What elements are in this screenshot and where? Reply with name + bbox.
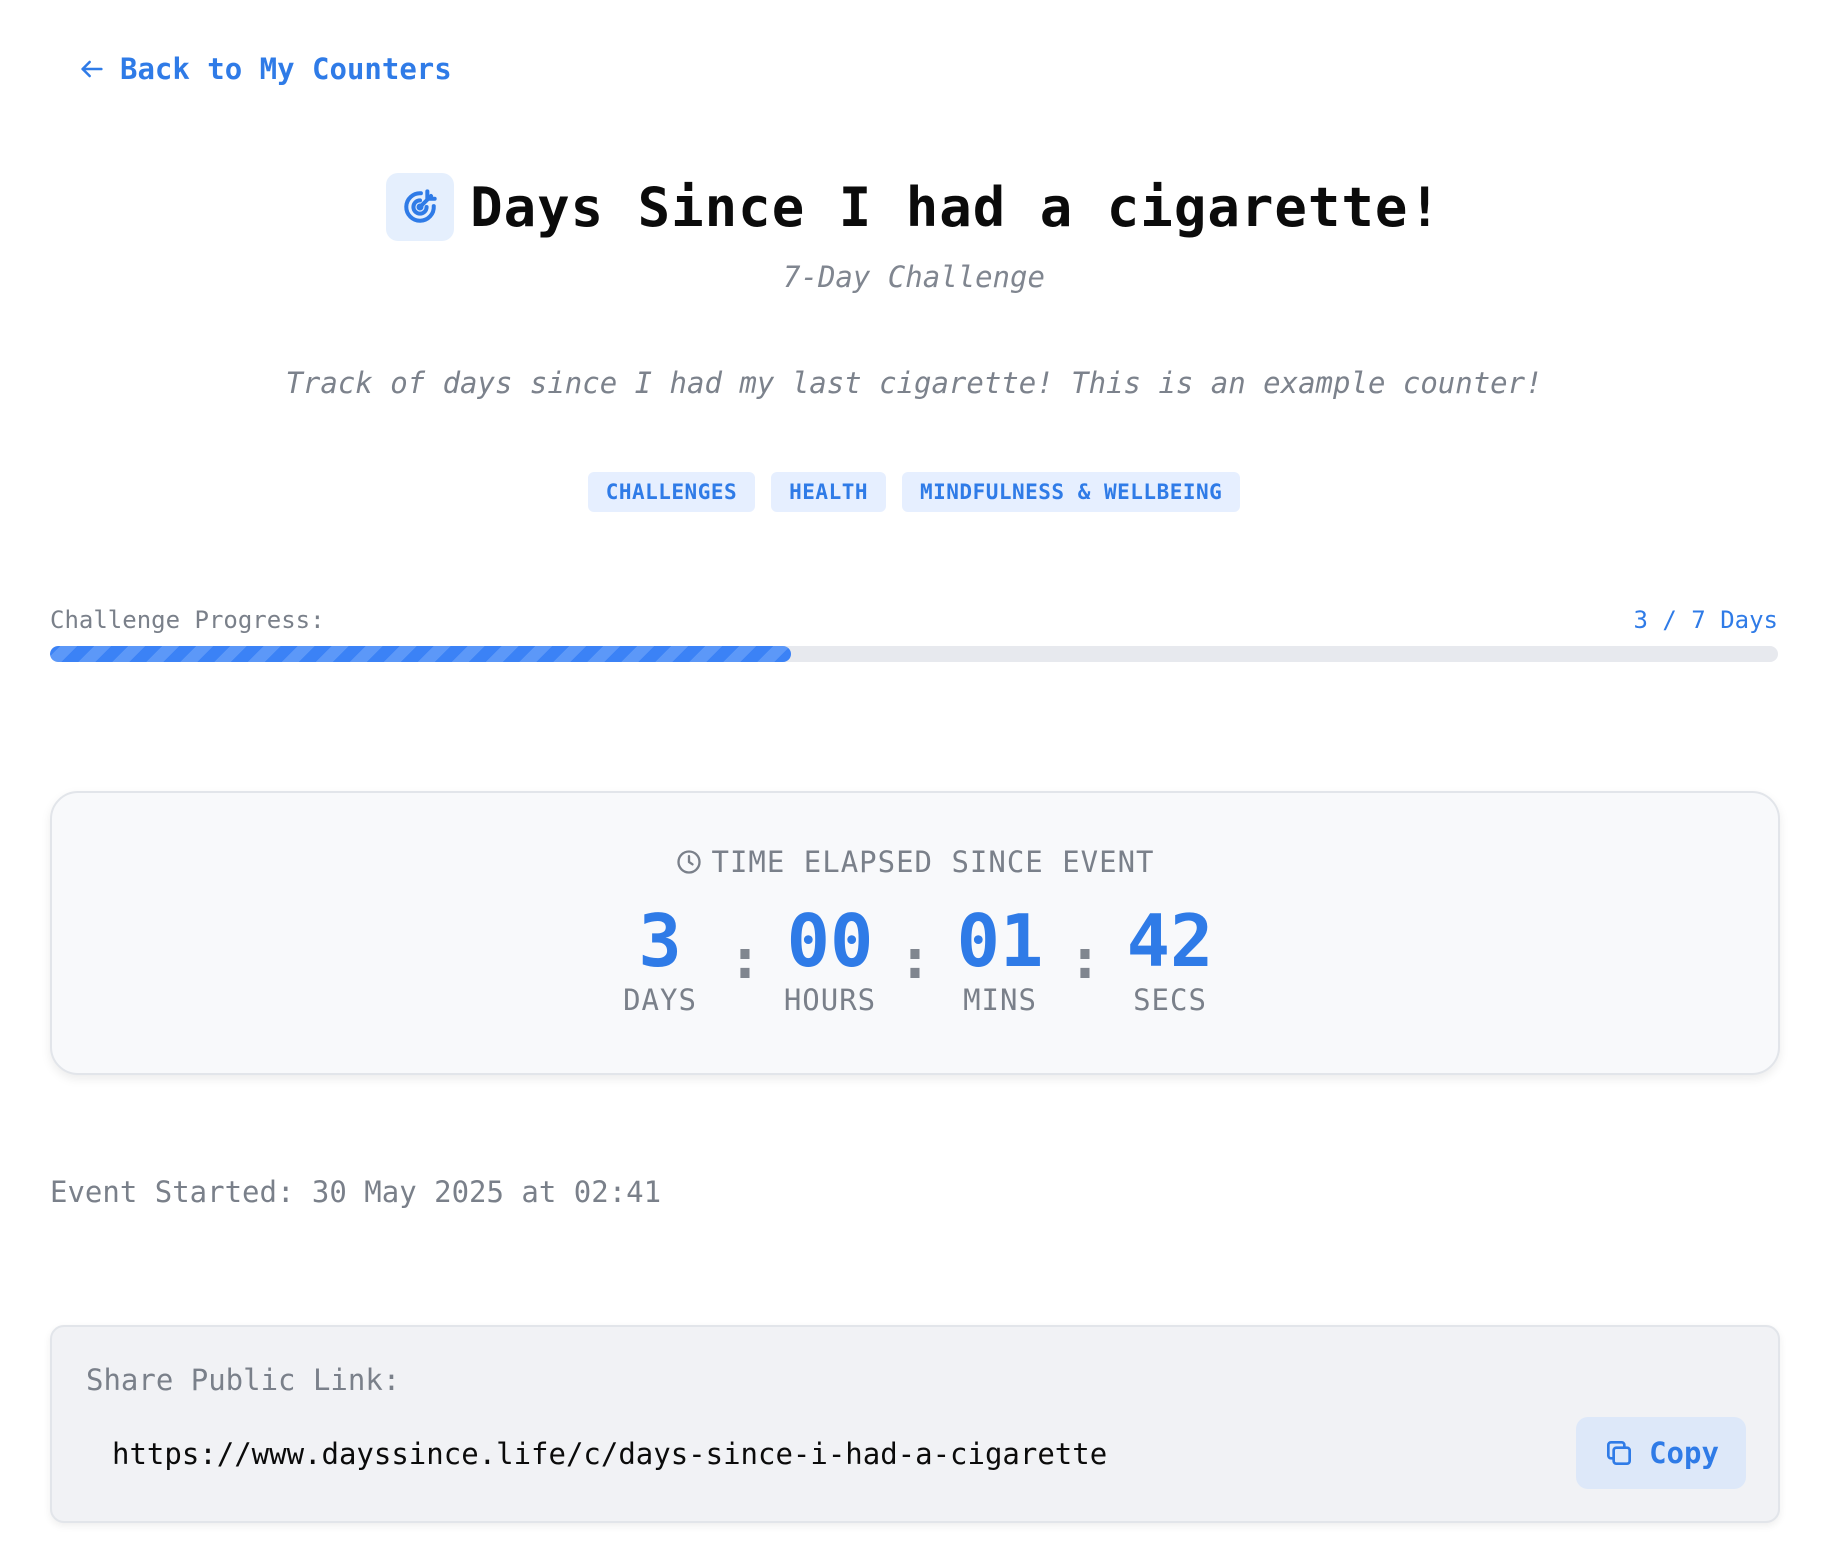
hours-value: 00 <box>786 899 874 983</box>
mins-value: 01 <box>956 899 1044 983</box>
timer-heading-label: TIME ELAPSED SINCE EVENT <box>711 845 1155 879</box>
clock-icon <box>677 850 702 874</box>
timer-separator: : <box>728 927 762 992</box>
progress-label: Challenge Progress: <box>50 606 325 634</box>
tag-list: CHALLENGES HEALTH MINDFULNESS & WELLBEIN… <box>0 472 1828 512</box>
elapsed-timer-card: TIME ELAPSED SINCE EVENT 3 DAYS : 00 HOU… <box>50 791 1780 1075</box>
mins-label: MINS <box>963 983 1037 1017</box>
target-icon <box>386 173 455 241</box>
tag-mindfulness-wellbeing[interactable]: MINDFULNESS & WELLBEING <box>902 472 1241 512</box>
counter-description: Track of days since I had my last cigare… <box>285 366 1543 400</box>
arrow-left-icon <box>81 60 103 78</box>
days-label: DAYS <box>623 983 697 1017</box>
share-link-card: Share Public Link: https://www.dayssince… <box>50 1325 1780 1523</box>
timer-unit-secs: 42 SECS <box>1105 903 1235 1017</box>
share-link-url[interactable]: https://www.dayssince.life/c/days-since-… <box>112 1437 1107 1471</box>
tag-health[interactable]: HEALTH <box>771 472 886 512</box>
timer-unit-mins: 01 MINS <box>935 903 1065 1017</box>
title-row: Days Since I had a cigarette! <box>0 173 1828 241</box>
copy-icon <box>1607 1441 1632 1465</box>
progress-bar-fill <box>50 646 791 662</box>
copy-button-label: Copy <box>1649 1436 1719 1470</box>
timer-separator: : <box>898 927 932 992</box>
timer-separator: : <box>1068 927 1102 992</box>
tag-challenges[interactable]: CHALLENGES <box>587 472 756 512</box>
progress-bar <box>50 646 1778 662</box>
days-value: 3 <box>638 899 682 983</box>
counter-page: Back to My Counters Days Since I had a c… <box>0 0 1828 1546</box>
timer-heading: TIME ELAPSED SINCE EVENT <box>52 845 1778 879</box>
page-title: Days Since I had a cigarette! <box>470 175 1442 239</box>
progress-value: 3 / 7 Days <box>1633 606 1779 634</box>
hours-label: HOURS <box>783 983 877 1017</box>
back-link-label: Back to My Counters <box>120 52 452 86</box>
back-to-counters-link[interactable]: Back to My Counters <box>78 52 452 86</box>
share-link-label: Share Public Link: <box>86 1363 401 1397</box>
secs-value: 42 <box>1126 899 1214 983</box>
copy-link-button[interactable]: Copy <box>1576 1417 1746 1489</box>
secs-label: SECS <box>1133 983 1207 1017</box>
timer-unit-hours: 00 HOURS <box>765 903 895 1017</box>
timer-unit-days: 3 DAYS <box>595 903 725 1017</box>
challenge-subtitle: 7-Day Challenge <box>783 260 1045 294</box>
timer-units: 3 DAYS : 00 HOURS : 01 MINS : 42 SECS <box>52 903 1778 1017</box>
event-started-text: Event Started: 30 May 2025 at 02:41 <box>50 1175 662 1209</box>
